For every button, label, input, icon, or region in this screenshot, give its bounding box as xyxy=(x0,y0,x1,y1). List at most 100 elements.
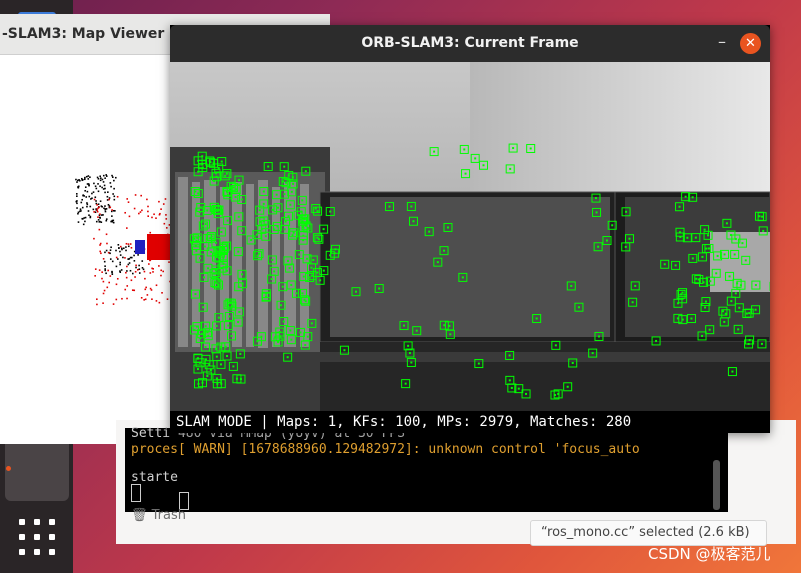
terminal-scrollbar[interactable] xyxy=(713,460,720,510)
map-point xyxy=(122,247,125,250)
feature-point xyxy=(273,270,276,273)
map-point xyxy=(96,204,98,206)
feature-point xyxy=(316,236,319,239)
feature-point xyxy=(199,337,202,340)
feature-point xyxy=(676,317,679,320)
map-point xyxy=(106,195,109,198)
map-point xyxy=(111,219,114,222)
map-point xyxy=(96,298,98,301)
current-frame-titlebar[interactable]: ORB-SLAM3: Current Frame – ✕ xyxy=(170,25,770,62)
trash-item[interactable]: 🗑 Trash xyxy=(131,508,186,523)
map-point xyxy=(116,277,119,280)
feature-point xyxy=(283,193,286,196)
map-point xyxy=(75,178,77,181)
feature-point xyxy=(206,209,209,212)
map-point xyxy=(121,297,123,300)
map-point xyxy=(111,174,113,177)
feature-point xyxy=(312,258,315,261)
current-frame-window[interactable]: ORB-SLAM3: Current Frame – ✕ SLAM MODE |… xyxy=(170,25,770,433)
feature-point xyxy=(388,205,391,208)
map-point xyxy=(140,194,142,197)
feature-point xyxy=(594,197,597,200)
map-point xyxy=(136,268,139,271)
map-point xyxy=(105,219,108,222)
feature-point xyxy=(314,207,317,210)
feature-point xyxy=(290,338,293,341)
feature-point xyxy=(624,245,627,248)
map-point xyxy=(127,263,130,266)
map-point xyxy=(124,211,126,214)
map-point xyxy=(104,251,106,254)
feature-point xyxy=(605,239,608,242)
map-point xyxy=(144,277,146,280)
map-point xyxy=(105,272,107,275)
map-point xyxy=(125,271,127,274)
feature-point xyxy=(298,253,301,256)
map-point xyxy=(108,281,111,284)
map-point xyxy=(109,182,112,184)
feature-point xyxy=(403,324,406,327)
terminal-line: proces[ WARN] [1678688960.129482972]: un… xyxy=(131,442,640,457)
map-point xyxy=(115,256,118,259)
feature-point xyxy=(591,352,594,355)
map-point xyxy=(111,176,114,178)
map-point xyxy=(101,277,103,280)
feature-point xyxy=(329,254,332,257)
map-point xyxy=(141,209,143,212)
map-point xyxy=(89,176,91,179)
feature-point xyxy=(322,228,325,231)
map-point xyxy=(126,285,129,287)
map-point xyxy=(120,269,123,271)
map-point xyxy=(119,261,121,264)
map-point xyxy=(87,178,90,180)
map-point xyxy=(111,273,114,275)
minimize-button[interactable]: – xyxy=(710,31,734,55)
map-point xyxy=(158,301,161,304)
map-point xyxy=(84,176,86,179)
terminal-window[interactable]: Setti 480 via MMap (yUyv) at 30 FPS proc… xyxy=(125,426,728,512)
map-point xyxy=(128,262,131,264)
map-point xyxy=(125,246,127,248)
map-point xyxy=(89,216,92,219)
map-point xyxy=(119,250,121,253)
feature-point xyxy=(281,285,284,288)
map-point xyxy=(137,254,139,256)
map-point xyxy=(130,246,133,249)
map-point xyxy=(141,266,144,269)
map-point xyxy=(92,191,95,193)
feature-point xyxy=(214,241,217,244)
feature-point xyxy=(446,226,449,229)
feature-point xyxy=(730,300,733,303)
map-point xyxy=(105,174,107,176)
feature-point xyxy=(678,205,681,208)
show-applications-button[interactable] xyxy=(15,515,59,559)
feature-point xyxy=(237,215,240,218)
map-point xyxy=(77,179,79,182)
map-point xyxy=(76,202,78,205)
feature-point xyxy=(264,235,267,238)
slam-status-line: SLAM MODE | Maps: 1, KFs: 100, MPs: 2979… xyxy=(170,411,770,433)
feature-point xyxy=(201,155,204,158)
map-point xyxy=(107,269,110,272)
dock-active-item[interactable] xyxy=(5,437,69,501)
feature-point xyxy=(228,315,231,318)
feature-point xyxy=(436,261,439,264)
feature-point xyxy=(204,325,207,328)
close-button[interactable]: ✕ xyxy=(740,33,761,54)
map-point xyxy=(88,184,90,186)
feature-point xyxy=(510,386,513,389)
map-point xyxy=(94,275,96,277)
map-point xyxy=(94,196,97,199)
map-point xyxy=(126,198,129,200)
map-point xyxy=(117,244,120,246)
map-point xyxy=(84,178,86,181)
feature-point xyxy=(206,237,209,240)
map-point xyxy=(130,279,133,282)
feature-point xyxy=(240,198,243,201)
feature-point xyxy=(577,306,580,309)
map-point xyxy=(82,194,84,197)
feature-point xyxy=(310,266,313,269)
feature-point xyxy=(329,210,332,213)
feature-point xyxy=(197,170,200,173)
feature-point xyxy=(464,172,467,175)
